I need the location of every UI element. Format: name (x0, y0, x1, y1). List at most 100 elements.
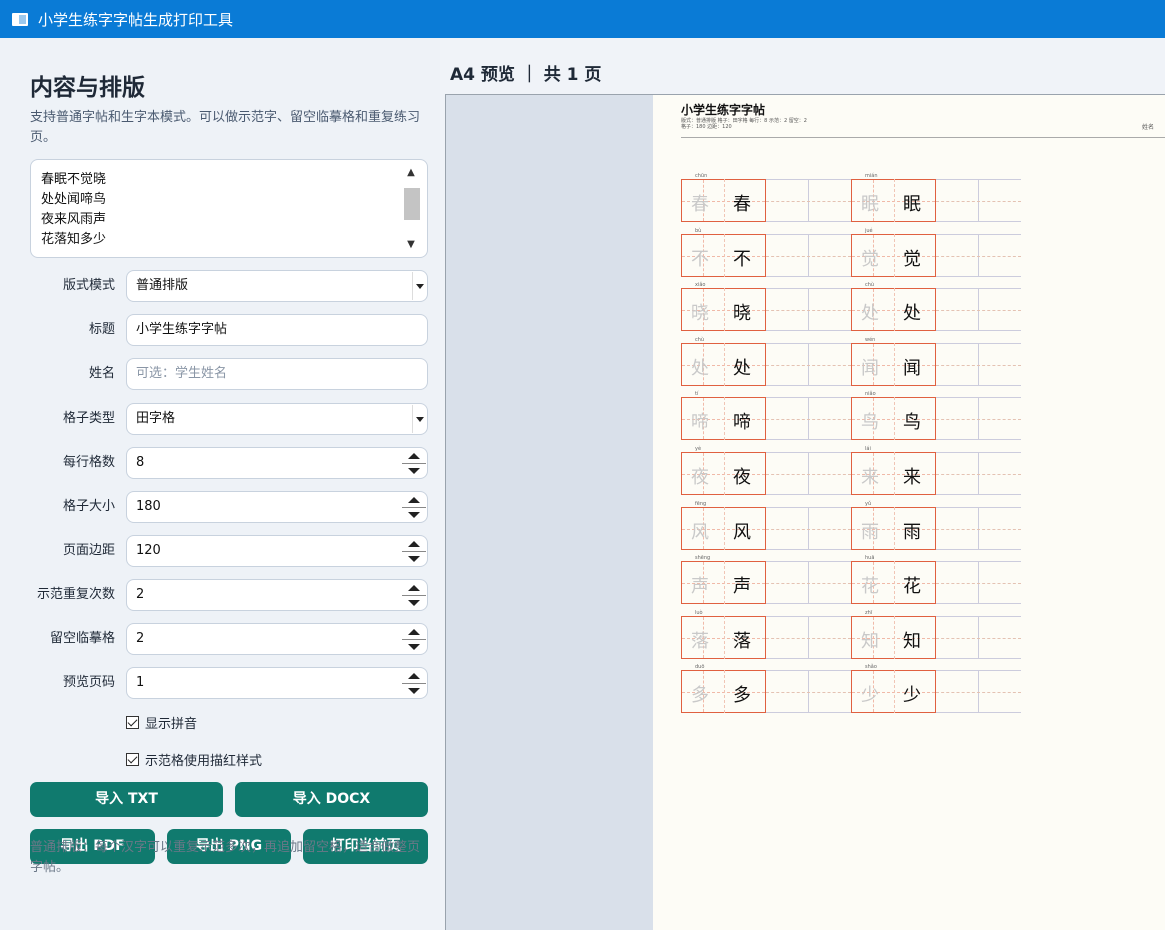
model-character: 多 (733, 685, 751, 707)
trace-style-checkbox[interactable]: 示范格使用描红样式 (126, 749, 262, 769)
preview-page-spinbox[interactable]: 1 (126, 667, 428, 699)
blank-grid-box (936, 452, 1021, 495)
blank-grid-box (936, 561, 1021, 605)
scroll-thumb[interactable] (404, 188, 420, 220)
panel-heading: 内容与排版 (30, 75, 145, 101)
grid-midline (894, 561, 895, 605)
grid-type-select[interactable]: 田字格 (126, 403, 428, 435)
preview-canvas[interactable]: 小学生练字字帖 版式：普通排版 格子：田字格 每行：8 示范：2 留空：2 格子… (445, 94, 1165, 930)
model-character: 闻 (903, 357, 921, 379)
model-character: 眠 (903, 194, 921, 215)
import-docx-button[interactable]: 导入 DOCX (235, 782, 428, 817)
grid-midline (894, 342, 895, 386)
repeat-spinbox[interactable]: 2 (126, 579, 428, 611)
meta-line-2: 格子：180 边距：120 (681, 124, 732, 130)
model-character: 少 (903, 685, 921, 707)
page-title: 小学生练字字帖 (681, 103, 766, 117)
model-character: 花 (903, 576, 921, 598)
content-textarea[interactable]: 春眠不觉晓 处处闻啼鸟 夜来风雨声 花落知多少 ▲ ▼ (30, 159, 428, 258)
panel-description: 支持普通字帖和生字本模式。可以做示范字、留空临摹格和重复练习页。 (30, 110, 421, 145)
spin-up-icon[interactable] (402, 625, 426, 639)
spinner[interactable] (402, 669, 426, 697)
checkbox-checked-icon[interactable] (126, 752, 139, 766)
grid-midline (894, 233, 895, 277)
spinner[interactable] (402, 449, 426, 477)
row-repeat: 示范重复次数 2 (0, 579, 440, 611)
spin-down-icon[interactable] (402, 595, 426, 609)
trace-character: 花 (861, 576, 879, 598)
title-label: 标题 (88, 322, 115, 337)
trace-character: 处 (691, 357, 709, 379)
blank-grid-box (766, 452, 851, 495)
trace-character: 处 (861, 303, 879, 325)
spinner[interactable] (402, 537, 426, 565)
textarea-line: 春眠不觉晓 (41, 172, 107, 187)
blank-grid-box (936, 179, 1021, 222)
show-pinyin-checkbox[interactable]: 显示拼音 (126, 712, 197, 732)
spin-down-icon[interactable] (402, 507, 426, 521)
settings-panel: 内容与排版 支持普通字帖和生字本模式。可以做示范字、留空临摹格和重复练习页。 春… (0, 38, 440, 930)
layout-mode-select[interactable]: 普通排版 (126, 270, 428, 302)
title-input[interactable]: 小学生练字字帖 (126, 314, 428, 346)
cell-size-label: 格子大小 (62, 499, 115, 514)
spinner[interactable] (402, 581, 426, 609)
spin-down-icon[interactable] (402, 551, 426, 565)
grid-midline (724, 670, 725, 714)
blank-grid-box (936, 288, 1021, 332)
trace-character: 雨 (861, 521, 879, 543)
trace-character: 鸟 (861, 412, 879, 434)
grid-type-label: 格子类型 (62, 411, 115, 426)
textarea-scrollbar[interactable]: ▲ ▼ (402, 166, 420, 252)
blank-grid-box (766, 179, 851, 222)
row-preview-page: 预览页码 1 (0, 667, 440, 699)
model-character: 声 (733, 576, 751, 598)
spin-up-icon[interactable] (402, 669, 426, 683)
textarea-line: 花落知多少 (41, 232, 107, 247)
spinner[interactable] (402, 493, 426, 521)
row-title: 标题 小学生练字字帖 (0, 314, 440, 346)
grid-midline (724, 179, 725, 222)
cell-size-spinbox[interactable]: 180 (126, 491, 428, 523)
spin-up-icon[interactable] (402, 581, 426, 595)
trace-character: 闻 (861, 357, 879, 379)
trace-character: 落 (691, 630, 709, 652)
model-character: 春 (733, 194, 751, 215)
spinner[interactable] (402, 625, 426, 653)
model-character: 不 (733, 248, 751, 270)
trace-character: 觉 (861, 248, 879, 270)
import-txt-button[interactable]: 导入 TXT (30, 782, 223, 817)
layout-mode-value: 普通排版 (136, 278, 189, 293)
row-margin: 页面边距 120 (0, 535, 440, 567)
blank-grid-box (766, 233, 851, 277)
grid-midline (724, 506, 725, 550)
grid-type-value: 田字格 (136, 411, 176, 426)
row-layout-mode: 版式模式 普通排版 (0, 270, 440, 302)
chevron-down-icon[interactable] (412, 272, 426, 300)
grid-midline (724, 288, 725, 332)
grid-midline (724, 233, 725, 277)
chevron-down-icon[interactable] (412, 405, 426, 433)
blank-grid-box (766, 670, 851, 714)
blank-grid-box (766, 342, 851, 386)
model-character: 觉 (903, 248, 921, 270)
blank-grid-box (766, 397, 851, 441)
blank-spinbox[interactable]: 2 (126, 623, 428, 655)
scroll-up-icon[interactable]: ▲ (405, 166, 417, 180)
grid-midline (894, 288, 895, 332)
spin-down-icon[interactable] (402, 683, 426, 697)
per-row-spinbox[interactable]: 8 (126, 447, 428, 479)
checkbox-checked-icon[interactable] (126, 715, 139, 729)
spin-down-icon[interactable] (402, 639, 426, 653)
spin-up-icon[interactable] (402, 537, 426, 551)
margin-spinbox[interactable]: 120 (126, 535, 428, 567)
name-label: 姓名 (88, 366, 115, 381)
spin-down-icon[interactable] (402, 463, 426, 477)
trace-character: 不 (691, 248, 709, 270)
model-character: 夜 (733, 467, 751, 488)
textarea-lines: 春眠不觉晓 处处闻啼鸟 夜来风雨声 花落知多少 (41, 170, 417, 250)
spin-up-icon[interactable] (402, 449, 426, 463)
scroll-down-icon[interactable]: ▼ (405, 238, 417, 252)
spin-up-icon[interactable] (402, 493, 426, 507)
meta-name-field: 姓名 (1142, 124, 1155, 131)
name-input[interactable]: 可选：学生姓名 (126, 358, 428, 390)
